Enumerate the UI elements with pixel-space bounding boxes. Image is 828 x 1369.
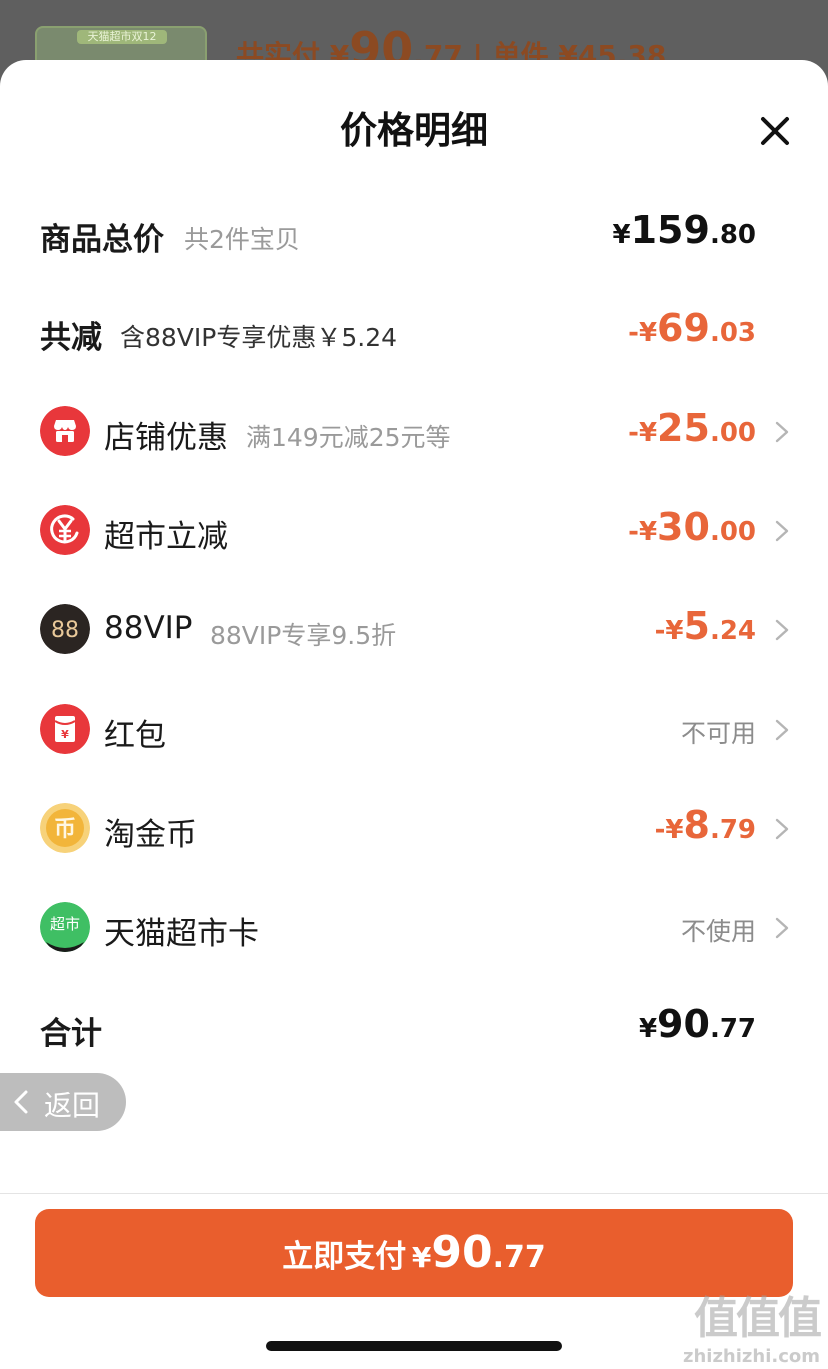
promo-banner: 天猫超市双12 — [77, 30, 167, 44]
goods-total-label: 商品总价 — [40, 222, 164, 258]
vip-label: 88VIP — [104, 610, 193, 646]
goods-total-row: 商品总价 共2件宝贝 ¥159.80 — [0, 202, 828, 262]
watermark-url: zhizhizhi.com — [682, 1346, 820, 1367]
pay-now-label: 立即支付 — [282, 1239, 407, 1275]
chevron-right-icon — [775, 619, 789, 641]
red-packet-icon: ¥ — [40, 704, 90, 754]
svg-text:币: 币 — [54, 817, 76, 842]
svg-text:超市: 超市 — [50, 915, 80, 933]
home-indicator — [266, 1341, 562, 1351]
back-button[interactable]: 返回 — [0, 1073, 126, 1131]
red-packet-label: 红包 — [104, 718, 166, 754]
coin-icon: 币 — [40, 803, 90, 853]
market-card-row[interactable]: 超市 天猫超市卡 不使用 — [0, 896, 828, 956]
shop-discount-label: 店铺优惠 — [104, 420, 228, 456]
vip-amount: -¥5.24 — [654, 604, 756, 648]
goods-total-amount: ¥159.80 — [612, 208, 756, 252]
market-cut-label: 超市立减 — [104, 519, 228, 555]
sum-label: 合计 — [40, 1016, 102, 1052]
red-packet-row[interactable]: ¥ 红包 不可用 — [0, 698, 828, 758]
pay-now-content: 立即支付 ¥90.77 — [35, 1227, 793, 1278]
svg-text:¥: ¥ — [61, 728, 69, 741]
close-button[interactable] — [752, 108, 798, 154]
taojinbi-row[interactable]: 币 淘金币 -¥8.79 — [0, 797, 828, 857]
footer-divider — [0, 1193, 828, 1194]
chevron-right-icon — [775, 421, 789, 443]
pay-amount-int: 90 — [431, 1227, 493, 1278]
market-card-label: 天猫超市卡 — [104, 916, 259, 952]
back-button-label: 返回 — [44, 1089, 101, 1122]
tmall-market-card-icon: 超市 — [40, 902, 90, 952]
shop-discount-amount: -¥25.00 — [628, 406, 756, 450]
svg-text:88: 88 — [51, 618, 79, 643]
total-discount-row: 共减 含88VIP专享优惠￥5.24 -¥69.03 — [0, 300, 828, 360]
sheet-title: 价格明细 — [340, 109, 488, 152]
total-discount-label: 共减 — [40, 320, 102, 356]
pay-amount-dec: .77 — [492, 1240, 546, 1275]
taojinbi-label: 淘金币 — [104, 817, 197, 853]
chevron-right-icon — [775, 520, 789, 542]
store-icon — [40, 406, 90, 456]
chevron-right-icon — [775, 917, 789, 939]
total-discount-amount: -¥69.03 — [628, 306, 756, 350]
vip-rule: 88VIP专享9.5折 — [210, 621, 397, 650]
vip-row[interactable]: 88 88VIP 88VIP专享9.5折 -¥5.24 — [0, 598, 828, 658]
close-icon[interactable] — [752, 108, 798, 154]
red-packet-status: 不可用 — [680, 719, 756, 748]
market-cut-amount: -¥30.00 — [628, 505, 756, 549]
goods-count: 共2件宝贝 — [184, 225, 300, 254]
taojinbi-amount: -¥8.79 — [654, 803, 756, 847]
shop-discount-rule: 满149元减25元等 — [246, 423, 451, 452]
watermark-logo: 值值值 — [694, 1293, 822, 1344]
shop-discount-row[interactable]: 店铺优惠 满149元减25元等 -¥25.00 — [0, 400, 828, 460]
vip-discount-note: 含88VIP专享优惠￥5.24 — [120, 323, 398, 352]
chevron-right-icon — [775, 818, 789, 840]
pay-currency: ¥ — [411, 1241, 432, 1274]
chevron-left-icon — [14, 1090, 28, 1114]
pay-now-button[interactable]: 立即支付 ¥90.77 — [35, 1209, 793, 1297]
market-card-status: 不使用 — [680, 917, 756, 946]
sum-row: 合计 ¥90.77 — [0, 996, 828, 1056]
price-detail-sheet: 价格明细 商品总价 共2件宝贝 ¥159.80 共减 含88VIP专享优惠￥5.… — [0, 60, 828, 1369]
market-cut-row[interactable]: 超市立减 -¥30.00 — [0, 499, 828, 559]
88vip-icon: 88 — [40, 604, 90, 654]
sum-amount: ¥90.77 — [638, 1002, 756, 1046]
site-watermark: 值值值 zhizhizhi.com — [682, 1282, 822, 1367]
yen-coupon-icon — [40, 505, 90, 555]
chevron-right-icon — [775, 719, 789, 741]
